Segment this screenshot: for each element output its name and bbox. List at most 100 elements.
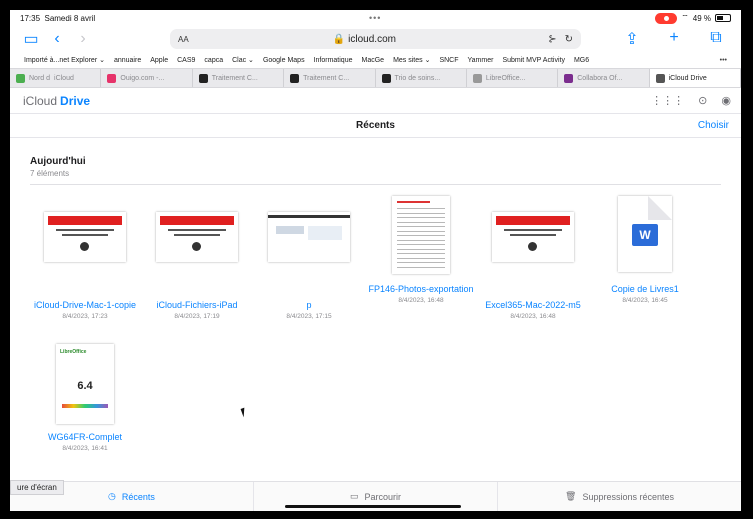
file-thumbnail (44, 212, 126, 262)
clock-icon: ◷ (108, 491, 116, 501)
favorite-link[interactable]: annuaire (114, 57, 141, 64)
page-title-row: Récents Choisir (10, 114, 741, 138)
favorite-link[interactable]: MacGe (362, 57, 385, 64)
tab-browse-label: Parcourir (364, 491, 402, 502)
browser-tab[interactable]: Nord d iCloud (10, 69, 102, 87)
item-count: 7 éléments (30, 169, 70, 178)
tab-label: Collabora Of... (577, 74, 623, 82)
favorite-link[interactable]: CAS9 (177, 57, 195, 64)
home-indicator[interactable] (285, 505, 461, 508)
product-name: Drive (60, 93, 91, 108)
tab-label: iCloud Drive (668, 74, 707, 82)
favorite-link[interactable]: Mes sites ⌄ (393, 56, 430, 64)
icloud-drive-logo[interactable]: iCloud Drive (20, 94, 90, 108)
screenshot-tooltip: ure d'écran (10, 480, 64, 495)
app-grid-icon[interactable]: ⋮⋮⋮ (651, 94, 684, 107)
account-icon[interactable]: ◉ (721, 94, 731, 107)
file-name[interactable]: iCloud-Drive-Mac-1-copie (30, 300, 140, 311)
favicon-icon (655, 73, 665, 83)
lock-icon: 🔒 (332, 33, 346, 45)
status-date: Samedi 8 avril (44, 13, 96, 23)
browser-tab[interactable]: Traitement C... (193, 69, 285, 87)
page-title: Récents (356, 120, 395, 131)
file-thumbnail (392, 196, 450, 274)
favorite-link[interactable]: Importé à...net Explorer ⌄ (24, 56, 105, 64)
tab-label: Nord d (29, 74, 51, 82)
file-date: 8/4/2023, 17:15 (286, 313, 332, 320)
share-icon[interactable]: ⇪ (619, 29, 645, 49)
favorite-link[interactable]: SNCF (439, 57, 458, 64)
favorite-link[interactable]: Informatique (314, 57, 353, 64)
url-text: 🔒 icloud.com (189, 34, 541, 45)
file-date: 8/4/2023, 17:19 (174, 313, 220, 320)
browser-tab[interactable]: iCloud Drive (649, 69, 741, 87)
favicon-icon (290, 73, 300, 83)
favicon-icon (107, 73, 117, 83)
favicon-icon (198, 73, 208, 83)
tabs-overview-icon[interactable]: ⧉ (703, 29, 729, 49)
file-date: 8/4/2023, 16:48 (510, 313, 556, 320)
favorite-link[interactable]: Google Maps (263, 57, 305, 64)
tab-extra-label: iCloud (54, 74, 74, 82)
favicon-icon (381, 73, 391, 83)
folder-icon: ▭ (349, 491, 359, 501)
file-name[interactable]: Excel365-Mac-2022-m5 (478, 300, 588, 311)
file-item[interactable]: LibreOffice 6.4 WG64FR-Complet 8/4/2023, 16… (30, 344, 140, 452)
browser-tab[interactable]: Collabora Of... (558, 69, 650, 87)
tab-recents-label: Récents (121, 491, 155, 502)
file-item[interactable]: iCloud-Fichiers-iPad 8/4/2023, 17:19 (142, 196, 252, 320)
favorite-link[interactable]: MG6 (574, 57, 589, 64)
status-bar: 17:35 Samedi 8 avril ••• ⌔ 49 % (10, 10, 741, 26)
file-name[interactable]: iCloud-Fichiers-iPad (142, 300, 252, 311)
extension-icon[interactable]: ⊱ (548, 34, 556, 45)
favorite-link[interactable]: Apple (150, 57, 168, 64)
tab-label: Traitement C... (303, 74, 350, 82)
favorites-more-icon[interactable]: ••• (720, 57, 727, 64)
forward-icon[interactable]: › (70, 30, 96, 48)
file-item[interactable]: p 8/4/2023, 17:15 (254, 196, 364, 320)
tab-recently-deleted[interactable]: 🗑 Suppressions récentes (498, 482, 741, 511)
trash-icon: 🗑 (565, 491, 577, 501)
file-name[interactable]: FP146-Photos-exportation (366, 284, 476, 295)
multitask-dots[interactable]: ••• (369, 13, 381, 23)
browser-tab[interactable]: Ouigo.com -... (101, 69, 193, 87)
file-item[interactable]: iCloud-Drive-Mac-1-copie 8/4/2023, 17:23 (30, 196, 140, 320)
file-date: 8/4/2023, 16:48 (398, 297, 444, 304)
file-item[interactable]: Excel365-Mac-2022-m5 8/4/2023, 16:48 (478, 196, 588, 320)
file-thumbnail: LibreOffice 6.4 (56, 344, 114, 424)
back-icon[interactable]: ‹ (44, 30, 70, 48)
reader-aa-button[interactable]: AA (178, 35, 189, 44)
browser-tab[interactable]: LibreOffice... (467, 69, 559, 87)
file-name[interactable]: p (254, 300, 364, 311)
browser-tab[interactable]: Traitement C... (284, 69, 376, 87)
section-divider (30, 184, 721, 185)
screen-recording-icon[interactable] (655, 12, 678, 24)
tab-deleted-label: Suppressions récentes (582, 491, 674, 502)
help-icon[interactable]: ⊙ (698, 94, 707, 107)
file-item[interactable]: FP146-Photos-exportation 8/4/2023, 16:48 (366, 196, 476, 304)
tab-label: Trio de soins... (394, 74, 441, 82)
url-value: icloud.com (348, 33, 396, 45)
favorite-link[interactable]: Submit MVP Activity (502, 57, 565, 64)
file-thumbnail: W (618, 196, 672, 272)
file-item[interactable]: W Copie de Livres1 8/4/2023, 16:45 (590, 196, 700, 304)
sidebar-icon[interactable]: ▭ (18, 29, 44, 49)
address-bar[interactable]: AA 🔒 icloud.com ⊱ ↻ (170, 29, 581, 49)
favorite-link[interactable]: capca (204, 57, 223, 64)
favicon-icon (564, 73, 574, 83)
reload-icon[interactable]: ↻ (565, 34, 573, 45)
browser-tab[interactable]: Trio de soins... (376, 69, 467, 87)
file-name[interactable]: WG64FR-Complet (30, 432, 140, 443)
section-heading: Aujourd'hui (30, 156, 86, 167)
new-tab-icon[interactable]: + (661, 29, 687, 49)
file-name[interactable]: Copie de Livres1 (590, 284, 700, 295)
battery-icon (714, 14, 731, 22)
favorites-bar: Importé à...net Explorer ⌄ annuaire Apple C… (10, 52, 741, 68)
wifi-icon: ⌔ (681, 13, 689, 22)
favorite-link[interactable]: Yammer (468, 57, 494, 64)
favorite-link[interactable]: Clac ⌄ (232, 56, 254, 64)
choose-button[interactable]: Choisir (698, 120, 729, 131)
tab-label: Traitement C... (211, 74, 258, 82)
brand-name: iCloud (23, 93, 58, 108)
mouse-pointer (240, 407, 248, 418)
